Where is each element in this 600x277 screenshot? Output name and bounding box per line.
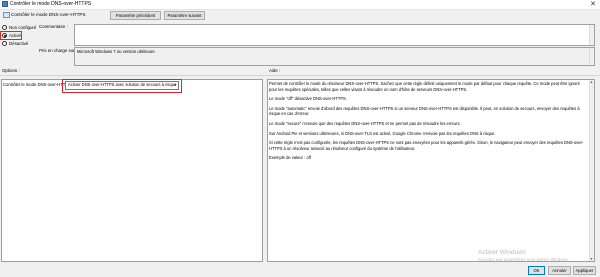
- apply-button[interactable]: Appliquer: [573, 266, 596, 275]
- options-header: Options :: [2, 68, 20, 73]
- supported-on-scrollbar[interactable]: [589, 48, 594, 65]
- radio-not-configured-label: Non configuré: [9, 25, 37, 30]
- help-paragraph: Exemple de valeur : off: [269, 155, 311, 161]
- help-text: Permet de contrôler le mode du résolveur…: [269, 81, 587, 165]
- supported-on-box: Microsoft Windows 7 ou version ultérieur…: [74, 47, 595, 66]
- help-paragraph: Le mode "secure" n'envoie que des requêt…: [269, 120, 461, 126]
- next-setting-button[interactable]: Paramètre suivant: [164, 11, 205, 20]
- options-field-label: Contrôler le mode DNS-over-HTTPS: [3, 82, 71, 87]
- ok-button[interactable]: OK: [528, 266, 545, 275]
- dns-mode-dropdown[interactable]: Activer DNS-over-HTTPS avec solution de …: [65, 81, 179, 90]
- radio-disabled[interactable]: Désactivé: [2, 40, 28, 47]
- radio-not-configured-indicator[interactable]: [2, 25, 7, 30]
- scroll-up-icon[interactable]: ▲: [589, 80, 594, 84]
- dns-mode-dropdown-value: Activer DNS-over-HTTPS avec solution de …: [68, 82, 177, 87]
- window-title: Contrôler le mode DNS-over-HTTPS: [10, 1, 92, 7]
- supported-on-label: Pris en charge sur :: [39, 48, 78, 53]
- help-paragraph: Permet de contrôler le mode du résolveur…: [269, 81, 580, 92]
- policy-name: Contrôler le mode DNS-over-HTTPS: [11, 12, 86, 17]
- scroll-down-icon[interactable]: ▼: [589, 257, 594, 261]
- activation-watermark-text: Accédez aux paramètres pour activer Wind…: [478, 257, 569, 262]
- help-header: Aide :: [269, 68, 281, 73]
- help-paragraph: Si cette règle n'est pas configurée, les…: [269, 140, 584, 151]
- cancel-button[interactable]: Annuler: [548, 266, 571, 275]
- close-icon[interactable]: ✕: [589, 0, 597, 9]
- policy-icon: [2, 1, 8, 7]
- section-divider: [0, 75, 600, 76]
- radio-enabled-label: Activé: [9, 33, 21, 38]
- comment-scrollbar[interactable]: [589, 25, 594, 45]
- radio-disabled-label: Désactivé: [9, 41, 29, 46]
- help-paragraph: Sur Android Pie et versions ultérieures,…: [269, 130, 496, 136]
- radio-disabled-indicator[interactable]: [2, 41, 7, 46]
- comment-textarea[interactable]: [74, 24, 595, 46]
- comment-label: Commentaire :: [39, 24, 68, 29]
- help-scrollbar[interactable]: [589, 80, 594, 261]
- help-paragraph: Le mode "off" désactive DNS-over-HTTPS.: [269, 96, 347, 102]
- radio-not-configured[interactable]: Non configuré: [2, 24, 36, 31]
- options-panel: [1, 79, 263, 262]
- setting-icon: [3, 12, 10, 18]
- help-paragraph: Le mode "automatic" envoie d'abord des r…: [269, 105, 580, 117]
- previous-setting-button[interactable]: Paramètre précédent: [110, 11, 161, 20]
- radio-enabled[interactable]: Activé: [2, 32, 21, 39]
- chevron-down-icon[interactable]: ▾: [173, 82, 178, 88]
- supported-on-value: Microsoft Windows 7 ou version ultérieur…: [77, 49, 155, 54]
- activation-watermark-title: Activer Windows: [478, 249, 527, 256]
- radio-enabled-indicator[interactable]: [2, 33, 7, 38]
